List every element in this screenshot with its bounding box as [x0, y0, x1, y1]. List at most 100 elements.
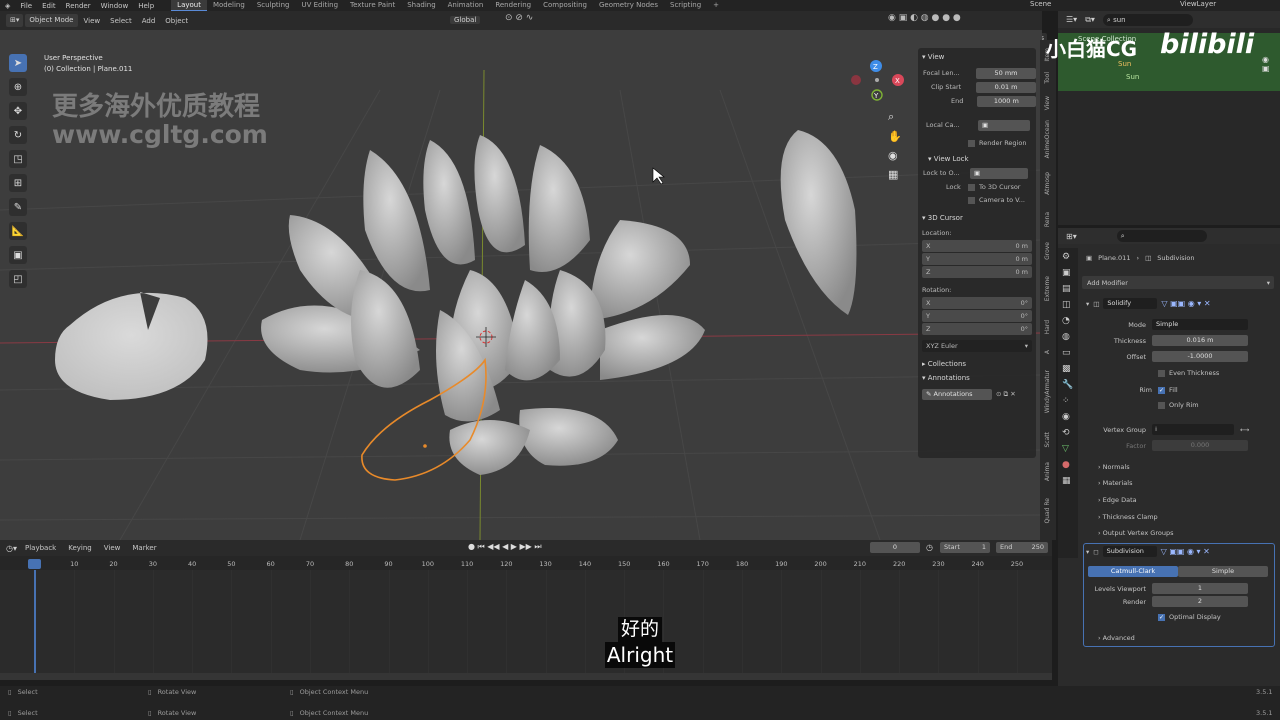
menu-render[interactable]: Render [61, 2, 96, 10]
scale-tool-icon[interactable]: ◳ [9, 150, 27, 168]
tab-layout[interactable]: Layout [171, 0, 207, 11]
add-cube-tool-icon[interactable]: ▣ [9, 246, 27, 264]
outliner-item-sun-data[interactable]: Sun [1126, 73, 1139, 81]
invert-arrows-icon[interactable]: ⟷ [1240, 426, 1249, 434]
tab-geometry-nodes[interactable]: Geometry Nodes [593, 0, 664, 11]
only-rim-checkbox[interactable] [1158, 401, 1165, 409]
subdivision-name-field[interactable]: Subdivision [1102, 546, 1157, 557]
cursor-tool-icon[interactable]: ⊕ [9, 78, 27, 96]
clock-icon[interactable]: ◷▾ [6, 544, 17, 553]
subdivision-header[interactable]: ▾ ◻ Subdivision ▽ ▣▣ ◉ ▾ ✕ [1086, 546, 1210, 557]
scene-selector[interactable]: Scene [1030, 0, 1051, 8]
extra-tool-icon[interactable]: ◰ [9, 270, 27, 288]
solidify-name-field[interactable]: Solidify [1103, 298, 1158, 309]
view-lock-title[interactable]: ▾ View Lock [918, 155, 1036, 163]
offset-field[interactable]: -1.0000 [1152, 351, 1248, 362]
panel-output-vertex-groups[interactable]: › Output Vertex Groups [1098, 529, 1173, 537]
properties-editor-icon[interactable]: ⊞▾ [1066, 232, 1077, 241]
tab-hard[interactable]: Hard [1044, 320, 1051, 334]
collection-props-icon[interactable]: ▭ [1062, 348, 1078, 358]
visibility-icons[interactable]: ◉ ▣ [1262, 55, 1270, 73]
clip-end-field[interactable]: 1000 m [976, 95, 1036, 107]
annotate-tool-icon[interactable]: ✎ [9, 198, 27, 216]
overlay-icons[interactable]: ◉ ▣ ◐ ◍ ● ● ● [888, 13, 961, 23]
solidify-header[interactable]: ▾ ◫ Solidify ▽ ▣▣ ◉ ▾ ✕ [1086, 298, 1211, 309]
transform-orientation-dropdown[interactable]: Global [450, 14, 481, 27]
optimal-display-checkbox[interactable]: ✓ [1158, 613, 1165, 621]
mode-dropdown[interactable]: Object Mode [25, 14, 78, 27]
lock-camera-checkbox[interactable] [968, 196, 975, 204]
clip-start-field[interactable]: 0.01 m [976, 81, 1036, 93]
levels-viewport-field[interactable]: 1 [1152, 583, 1248, 594]
outliner-search-input[interactable]: ⌕ sun [1102, 13, 1193, 26]
tab-view[interactable]: View [1044, 96, 1051, 110]
tab-windyarmatur[interactable]: WindyArmatur [1044, 370, 1051, 413]
lock-object-field[interactable]: ▣ [970, 167, 1028, 179]
blender-logo-icon[interactable]: ◈ [0, 2, 15, 10]
mode-dropdown[interactable]: Simple [1152, 319, 1248, 330]
collapse-arrow-icon[interactable]: ▾ [1086, 300, 1089, 308]
texture-props-icon[interactable]: ▦ [1062, 476, 1078, 486]
location-z-field[interactable]: Z 0 m [922, 266, 1032, 278]
lotus-flower[interactable] [261, 135, 705, 475]
tab-shading[interactable]: Shading [401, 0, 441, 11]
view-layer-props-icon[interactable]: ◫ [1062, 300, 1078, 310]
thickness-field[interactable]: 0.016 m [1152, 335, 1248, 346]
render-levels-field[interactable]: 2 [1152, 596, 1248, 607]
playhead-handle[interactable] [28, 559, 41, 569]
tab-a[interactable]: A [1044, 350, 1051, 354]
pan-hand-icon[interactable]: ✋ [888, 130, 902, 143]
fill-checkbox[interactable]: ✓ [1158, 386, 1165, 394]
local-camera-field[interactable]: ▣ [978, 119, 1030, 131]
simple-button[interactable]: Simple [1178, 566, 1268, 577]
output-props-icon[interactable]: ▤ [1062, 284, 1078, 294]
factor-field[interactable]: 0.000 [1152, 440, 1248, 451]
lock-cursor-checkbox[interactable] [968, 183, 975, 191]
tab-tool[interactable]: Tool [1044, 72, 1051, 84]
menu-edit[interactable]: Edit [37, 2, 61, 10]
tab-animeocean[interactable]: AnimeOcean [1044, 120, 1051, 158]
rotation-x-field[interactable]: X 0° [922, 297, 1032, 309]
tab-extreme[interactable]: Extreme [1044, 276, 1051, 301]
constraints-props-icon[interactable]: ⟲ [1062, 428, 1078, 438]
rotate-tool-icon[interactable]: ↻ [9, 126, 27, 144]
add-modifier-dropdown[interactable]: Add Modifier ▾ [1082, 276, 1274, 289]
timeline-scrollbar[interactable] [0, 673, 1052, 680]
menu-timeline-view[interactable]: View [100, 544, 125, 552]
world-props-icon[interactable]: ◍ [1062, 332, 1078, 342]
vertex-group-field[interactable]: ⁞ [1152, 424, 1234, 435]
rotation-y-field[interactable]: Y 0° [922, 310, 1032, 322]
tab-scatt[interactable]: Scatt [1044, 432, 1051, 448]
even-thickness-checkbox[interactable] [1158, 369, 1165, 377]
modifier-toggle-icons[interactable]: ▽ ▣▣ ◉ ▾ ✕ [1161, 299, 1210, 308]
tab-texture-paint[interactable]: Texture Paint [344, 0, 401, 11]
add-workspace-button[interactable]: + [707, 0, 725, 11]
menu-object[interactable]: Object [161, 17, 192, 25]
tab-modeling[interactable]: Modeling [207, 0, 251, 11]
panel-edge-data[interactable]: › Edge Data [1098, 496, 1137, 504]
scene-props-icon[interactable]: ◔ [1062, 316, 1078, 326]
tab-anima[interactable]: Anima [1044, 462, 1051, 481]
annotations-section[interactable]: ▾ Annotations [918, 374, 1036, 382]
3d-cursor-section[interactable]: ▾ 3D Cursor [918, 214, 1036, 222]
panel-thickness-clamp[interactable]: › Thickness Clamp [1098, 513, 1158, 521]
measure-tool-icon[interactable]: 📐 [9, 222, 27, 240]
menu-marker[interactable]: Marker [128, 544, 160, 552]
loose-petal[interactable] [780, 130, 857, 315]
pivot-icon[interactable]: ⊙ ⊘ ∿ [505, 13, 533, 23]
rotation-mode-dropdown[interactable]: XYZ Euler ▾ [922, 340, 1032, 352]
catmull-clark-button[interactable]: Catmull-Clark [1088, 566, 1178, 577]
location-x-field[interactable]: X 0 m [922, 240, 1032, 252]
tool-props-icon[interactable]: ⚙ [1062, 252, 1078, 262]
particles-props-icon[interactable]: ⁘ [1062, 396, 1078, 406]
collapse-arrow-icon[interactable]: ▾ [1086, 548, 1089, 556]
tab-grove[interactable]: Grove [1044, 242, 1051, 260]
view-section-title[interactable]: ▾ View [918, 53, 1036, 61]
playback-controls[interactable]: ● ⏮ ◀◀ ◀ ▶ ▶▶ ⏭ [468, 542, 542, 552]
panel-materials[interactable]: › Materials [1098, 479, 1132, 487]
camera-icon[interactable]: ◉ [888, 149, 902, 162]
zoom-icon[interactable]: ⌕ [888, 110, 902, 124]
modifier-toggle-icons[interactable]: ▽ ▣▣ ◉ ▾ ✕ [1161, 547, 1210, 556]
start-frame-field[interactable]: Start 1 [940, 542, 990, 553]
global-dropdown[interactable]: Global [450, 16, 481, 24]
